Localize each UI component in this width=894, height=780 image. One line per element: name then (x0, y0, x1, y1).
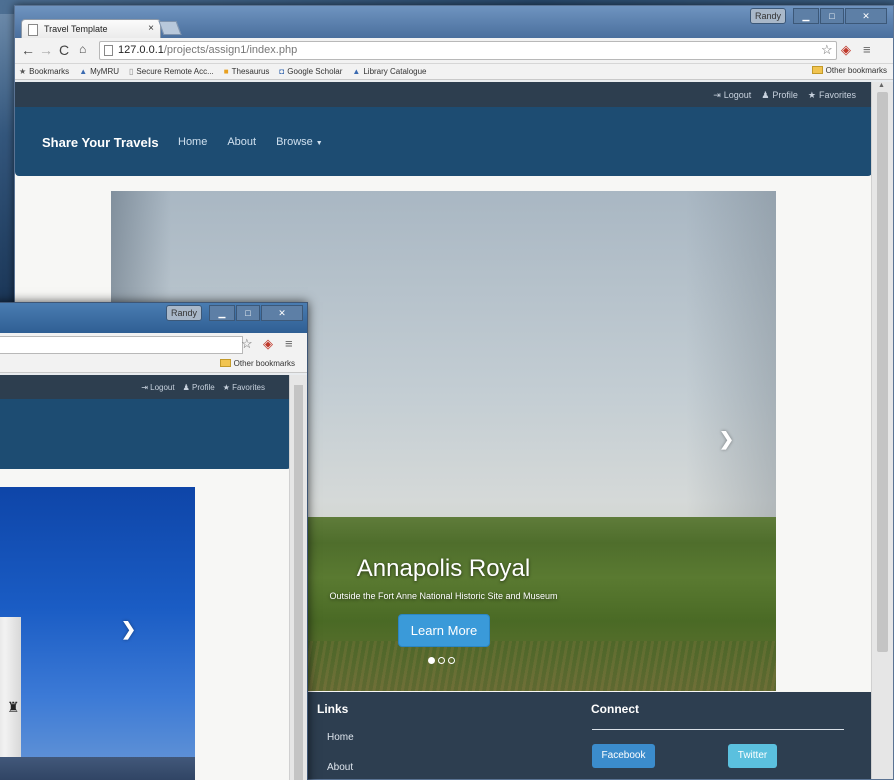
site-top-bar: ⇥ Logout ♟ Profile ★ Favorites (15, 82, 872, 107)
minimize-button[interactable]: ▁ (209, 305, 235, 321)
twitter-button[interactable]: Twitter (728, 744, 777, 768)
bookmark-library-catalogue[interactable]: ▲ Library Catalogue (352, 67, 426, 76)
other-bookmarks[interactable]: Other bookmarks (219, 359, 295, 368)
menu-icon[interactable]: ≡ (285, 336, 293, 351)
other-bookmarks[interactable]: Other bookmarks (811, 66, 887, 75)
address-bar[interactable] (0, 336, 243, 354)
user-profile-button[interactable]: Randy (166, 305, 202, 321)
tab-title: Travel Template (44, 24, 108, 34)
carousel-next-icon[interactable]: ❯ (121, 619, 136, 640)
profile-link[interactable]: ♟ Profile (183, 383, 215, 392)
mru-icon: ▲ (79, 67, 88, 76)
site-brand[interactable]: Share Your Travels (42, 135, 159, 150)
bookmark-secure-remote[interactable]: ▯ Secure Remote Acc... (129, 67, 214, 76)
logout-icon: ⇥ (713, 90, 721, 100)
folder-icon (219, 359, 231, 367)
web-page: ⇥ Logout ♟ Profile ★ Favorites ♜ ❯ (0, 375, 291, 780)
nav-browse[interactable]: Browse ▼ (276, 136, 323, 148)
background-browser-window: Randy ▁ □ ✕ ☆ ◈ ≡ Other bookmarks ⇥ Logo… (0, 302, 308, 780)
nav-home[interactable]: Home (178, 136, 207, 148)
bookmark-google-scholar[interactable]: ◘ Google Scholar (279, 67, 342, 76)
maximize-button[interactable]: □ (820, 8, 844, 24)
page-icon (104, 45, 113, 56)
window-titlebar[interactable]: Travel Template × Randy ▁ □ ✕ (15, 6, 893, 39)
scroll-up-icon[interactable]: ▲ (878, 82, 885, 89)
address-bar[interactable]: 127.0.0.1/projects/assign1/index.php (99, 41, 837, 60)
mru-icon: ▲ (352, 67, 361, 76)
carousel-image: ♜ ❯ (0, 487, 195, 780)
scholar-icon: ◘ (279, 67, 285, 76)
user-icon: ♟ (761, 90, 770, 100)
learn-more-button[interactable]: Learn More (398, 614, 490, 647)
indicator-dot[interactable] (428, 657, 435, 664)
logout-link[interactable]: ⇥ Logout (713, 90, 751, 101)
star-icon: ★ (19, 67, 27, 76)
bookmarks-bar: Other bookmarks (0, 357, 307, 373)
bookmark-mymru[interactable]: ▲ MyMRU (79, 67, 119, 76)
footer-links-heading: Links (317, 702, 349, 716)
tab-close-icon[interactable]: × (148, 23, 154, 34)
profile-link[interactable]: ♟ Profile (761, 90, 798, 101)
bookmark-star-icon[interactable]: ☆ (821, 42, 833, 58)
scrollbar-thumb[interactable] (294, 385, 303, 780)
minimize-button[interactable]: ▁ (793, 8, 819, 24)
folder-icon (811, 66, 823, 74)
star-icon: ★ (807, 90, 816, 100)
nav-about[interactable]: About (227, 136, 256, 148)
site-navbar: Share Your Travels Home About Browse ▼ (15, 107, 872, 176)
mountains (0, 757, 195, 780)
close-window-button[interactable]: ✕ (845, 8, 887, 24)
new-tab-button[interactable] (158, 21, 182, 35)
bookmark-thesaurus[interactable]: ■ Thesaurus (224, 67, 270, 76)
footer-divider (592, 729, 844, 730)
browser-toolbar: ☆ ◈ ≡ (0, 333, 307, 357)
url-path: /projects/assign1/index.php (163, 44, 298, 56)
menu-icon[interactable]: ≡ (863, 42, 871, 57)
footer-link-home[interactable]: Home (327, 732, 354, 743)
back-icon[interactable]: ← (21, 42, 35, 58)
lamp-icon: ♜ (7, 699, 20, 715)
caret-down-icon: ▼ (315, 140, 323, 147)
bookmark-star-icon[interactable]: ☆ (241, 336, 253, 352)
maximize-button[interactable]: □ (236, 305, 260, 321)
site-navbar (0, 399, 291, 469)
page-scrollbar[interactable] (289, 375, 307, 780)
bookmark-bookmarks[interactable]: ★ Bookmarks (19, 67, 69, 76)
indicator-dot[interactable] (438, 657, 445, 664)
carousel-next-icon[interactable]: ❯ (719, 429, 734, 450)
thesaurus-icon: ■ (223, 67, 229, 76)
url-host: 127.0.0.1 (118, 44, 164, 56)
carousel-indicators (428, 657, 455, 664)
user-icon: ♟ (182, 383, 190, 392)
user-profile-button[interactable]: Randy (750, 8, 786, 24)
indicator-dot[interactable] (448, 657, 455, 664)
facebook-button[interactable]: Facebook (592, 744, 655, 768)
logout-link[interactable]: ⇥ Logout (141, 383, 174, 392)
page-icon: ▯ (129, 67, 134, 76)
page-scrollbar[interactable]: ▲ (871, 82, 893, 779)
home-icon[interactable]: ⌂ (79, 42, 86, 56)
extension-icon[interactable]: ◈ (263, 336, 273, 352)
browser-tab[interactable]: Travel Template × (21, 19, 161, 39)
forward-icon[interactable]: → (39, 42, 53, 58)
favorites-link[interactable]: ★ Favorites (808, 90, 856, 101)
page-icon (28, 24, 38, 36)
reload-icon[interactable]: C (59, 42, 69, 58)
site-top-bar: ⇥ Logout ♟ Profile ★ Favorites (0, 375, 291, 399)
window-titlebar[interactable]: Randy ▁ □ ✕ (0, 303, 307, 333)
bookmarks-bar: ★ Bookmarks ▲ MyMRU ▯ Secure Remote Acc... … (15, 64, 893, 80)
footer-connect-heading: Connect (591, 702, 639, 716)
logout-icon: ⇥ (141, 383, 148, 392)
footer-link-about[interactable]: About (327, 762, 353, 773)
extension-icon[interactable]: ◈ (841, 42, 851, 58)
browser-toolbar: ← → C ⌂ 127.0.0.1/projects/assign1/index… (15, 38, 893, 64)
scrollbar-thumb[interactable] (877, 92, 888, 652)
star-icon: ★ (222, 383, 230, 392)
close-window-button[interactable]: ✕ (261, 305, 303, 321)
favorites-link[interactable]: ★ Favorites (223, 383, 265, 392)
